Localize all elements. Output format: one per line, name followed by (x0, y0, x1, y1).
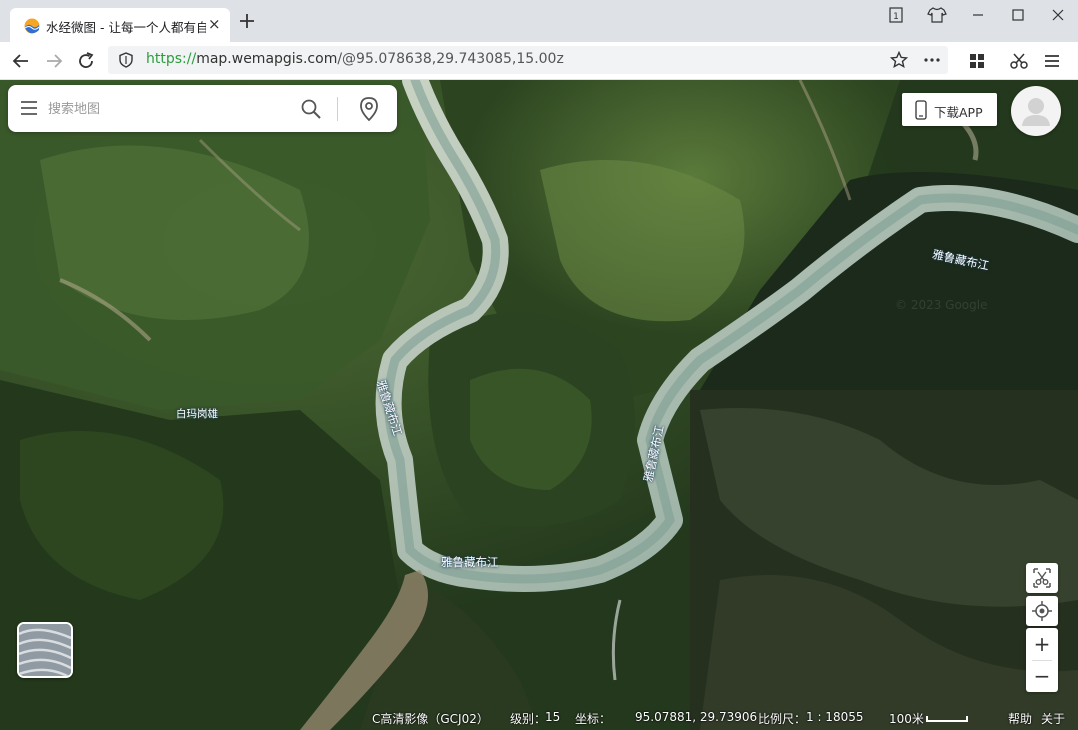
level-value: 15 (545, 710, 561, 724)
scissors-icon[interactable] (1008, 50, 1030, 72)
skin-shirt-icon[interactable] (925, 5, 949, 25)
menu-icon[interactable] (20, 100, 38, 116)
download-app-button[interactable]: 下载APP (902, 93, 997, 126)
back-arrow-icon[interactable] (10, 50, 32, 72)
security-shield-icon[interactable] (118, 52, 134, 68)
extensions-grid-icon[interactable] (966, 50, 988, 72)
level-label: 级别： (510, 712, 547, 726)
imagery-watermark: © 2023 Google (895, 298, 988, 312)
basemap-thumbnail-icon (19, 624, 71, 676)
maximize-icon[interactable] (1006, 5, 1030, 25)
zoom-in-button[interactable]: + (1026, 629, 1058, 660)
url-text[interactable]: https://map.wemapgis.com/@95.078638,29.7… (146, 51, 564, 67)
zoom-out-button[interactable]: − (1026, 661, 1058, 692)
help-link[interactable]: 帮助 (1008, 710, 1032, 727)
map-canvas[interactable]: 雅鲁藏布江 雅鲁藏布江 雅鲁藏布江 雅鲁藏布江 白玛岗雄 © 2023 Goog… (0, 80, 1078, 730)
scale-bar-text: 100米 (889, 712, 924, 726)
search-panel (8, 85, 397, 132)
location-pin-icon[interactable] (358, 96, 380, 122)
tab-count-icon[interactable]: 1 (884, 5, 908, 25)
search-icon[interactable] (300, 98, 322, 120)
tab-active[interactable]: 水经微图 - 让每一个人都有自 × (10, 8, 230, 42)
avatar[interactable] (1011, 86, 1061, 136)
reload-icon[interactable] (75, 50, 97, 72)
browser-window: 水经微图 - 让每一个人都有自 × 1 https://map.wemapgis… (0, 0, 1078, 730)
scale-label: 比例尺： (758, 712, 807, 726)
coord-label: 坐标： (575, 712, 612, 726)
scale-value: 1 : 18055 (806, 710, 864, 724)
search-divider (337, 97, 338, 121)
scissors-frame-icon (1033, 568, 1051, 588)
layer-name: C高清影像（GCJ02） (372, 712, 489, 726)
more-icon[interactable] (922, 51, 942, 69)
basemap-switcher[interactable] (17, 622, 73, 678)
user-avatar-icon (1022, 98, 1050, 126)
coord-value: 95.07881, 29.73906 (635, 710, 758, 724)
village-label: 白玛岗雄 (176, 408, 218, 420)
url-scheme: https:// (146, 51, 197, 67)
navigation-bar: https://map.wemapgis.com/@95.078638,29.7… (0, 42, 1078, 80)
download-app-label: 下载APP (934, 105, 983, 120)
status-bar: C高清影像（GCJ02） 级别： 15 坐标： 95.07881, 29.739… (0, 706, 1078, 730)
minimize-icon[interactable] (966, 5, 990, 25)
site-favicon-icon (24, 18, 40, 34)
screenshot-tool-button[interactable] (1026, 563, 1058, 593)
url-host: map.wemapgis.com (196, 51, 338, 67)
satellite-imagery[interactable] (0, 80, 1078, 730)
address-bar[interactable]: https://map.wemapgis.com/@95.078638,29.7… (108, 46, 948, 74)
phone-icon (915, 100, 927, 120)
tab-close-icon[interactable]: × (208, 15, 221, 33)
tab-bar: 水经微图 - 让每一个人都有自 × 1 (0, 0, 1078, 42)
hamburger-menu-icon[interactable] (1041, 50, 1063, 72)
about-link[interactable]: 关于 (1041, 710, 1065, 727)
crosshair-locate-icon (1032, 601, 1052, 621)
scale-bar (926, 716, 968, 722)
search-input[interactable] (46, 95, 290, 123)
tab-title: 水经微图 - 让每一个人都有自 (46, 20, 206, 35)
url-path: /@95.078638,29.743085,15.00z (337, 51, 564, 67)
star-icon[interactable] (890, 51, 908, 69)
locate-me-button[interactable] (1026, 596, 1058, 626)
close-window-icon[interactable] (1046, 5, 1070, 25)
tab-count-text: 1 (893, 12, 899, 22)
new-tab-icon[interactable] (238, 12, 256, 30)
zoom-controls: + − (1026, 628, 1058, 692)
river-label-bottom: 雅鲁藏布江 (441, 555, 499, 569)
forward-arrow-icon[interactable] (43, 50, 65, 72)
